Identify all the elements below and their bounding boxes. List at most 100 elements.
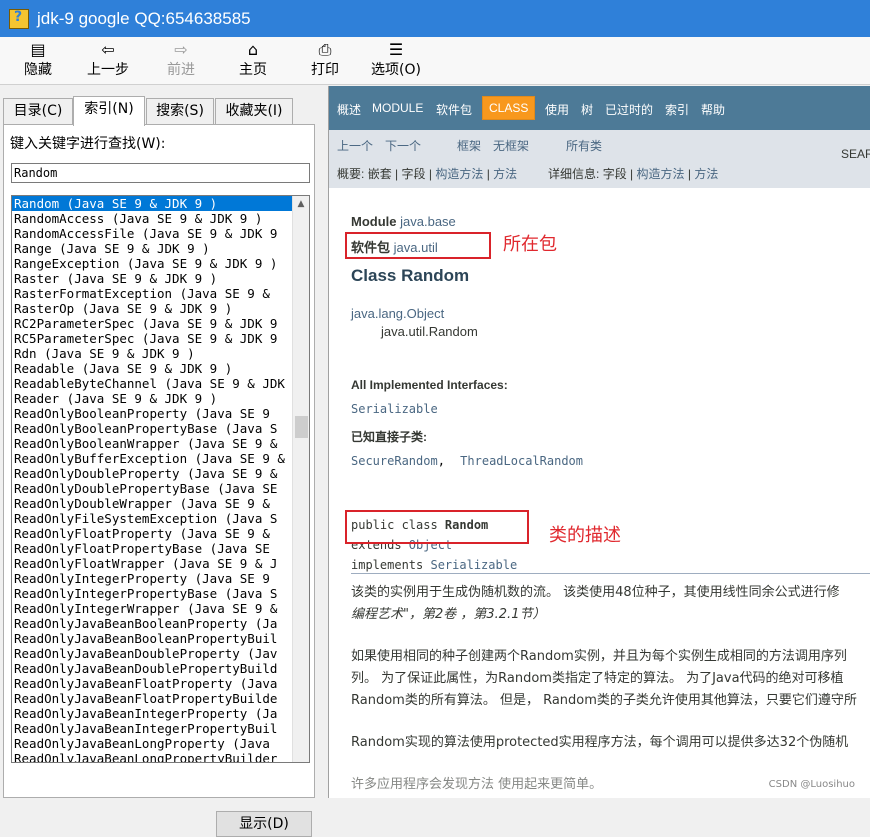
hide-button[interactable]: ▤ 隐藏 xyxy=(8,40,68,80)
sub-nav-bar: 上一个 下一个 框架 无框架 所有类 SEAR 概要: 嵌套 | 字段 | 构造… xyxy=(329,130,870,188)
index-list-item[interactable]: ReadOnlyJavaBeanIntegerProperty (Ja xyxy=(12,706,292,721)
index-list-item[interactable]: Reader (Java SE 9 & JDK 9 ) xyxy=(12,391,292,406)
hide-icon: ▤ xyxy=(30,40,46,59)
index-list-item[interactable]: RasterFormatException (Java SE 9 & xyxy=(12,286,292,301)
subclass-securerandom-link[interactable]: SecureRandom xyxy=(351,454,438,468)
subclass-threadlocalrandom-link[interactable]: ThreadLocalRandom xyxy=(460,454,583,468)
options-button[interactable]: ☰ 选项(O) xyxy=(366,40,426,80)
index-list-item[interactable]: ReadOnlyJavaBeanBooleanPropertyBuil xyxy=(12,631,292,646)
index-list-item[interactable]: RandomAccess (Java SE 9 & JDK 9 ) xyxy=(12,211,292,226)
forward-button[interactable]: ⇨ 前进 xyxy=(151,40,211,80)
nav-tree[interactable]: 树 xyxy=(581,101,593,118)
hierarchy-parent[interactable]: java.lang.Object xyxy=(351,306,444,321)
scroll-thumb[interactable] xyxy=(295,416,308,438)
index-list-item[interactable]: ReadOnlyJavaBeanLongPropertyBuilder xyxy=(12,751,292,762)
index-list-item[interactable]: ReadOnlyJavaBeanBooleanProperty (Ja xyxy=(12,616,292,631)
detail-label: 详细信息: xyxy=(548,167,600,181)
index-list-item[interactable]: RC2ParameterSpec (Java SE 9 & JDK 9 xyxy=(12,316,292,331)
index-list-item[interactable]: ReadableByteChannel (Java SE 9 & JDK xyxy=(12,376,292,391)
index-list-item[interactable]: Range (Java SE 9 & JDK 9 ) xyxy=(12,241,292,256)
summary-method-link[interactable]: 方法 xyxy=(493,167,517,181)
print-button[interactable]: ⎙ 打印 xyxy=(295,40,355,80)
tab-search[interactable]: 搜索(S) xyxy=(146,98,214,124)
index-list-item[interactable]: RandomAccessFile (Java SE 9 & JDK 9 xyxy=(12,226,292,241)
index-list-item[interactable]: ReadOnlyBufferException (Java SE 9 & xyxy=(12,451,292,466)
hide-label: 隐藏 xyxy=(24,62,52,78)
index-list-item[interactable]: ReadOnlyJavaBeanDoubleProperty (Jav xyxy=(12,646,292,661)
options-label: 选项(O) xyxy=(371,62,421,78)
index-list-item[interactable]: RC5ParameterSpec (Java SE 9 & JDK 9 xyxy=(12,331,292,346)
index-list-item[interactable]: ReadOnlyIntegerPropertyBase (Java S xyxy=(12,586,292,601)
title-bar: jdk-9 google QQ:654638585 xyxy=(0,0,870,37)
module-link[interactable]: java.base xyxy=(400,214,456,229)
index-list-item[interactable]: ReadOnlyDoubleProperty (Java SE 9 & xyxy=(12,466,292,481)
index-list-item[interactable]: ReadOnlyBooleanPropertyBase (Java S xyxy=(12,421,292,436)
help-app-icon xyxy=(9,8,29,29)
tab-index[interactable]: 索引(N) xyxy=(73,96,145,126)
decl-serializable-link[interactable]: Serializable xyxy=(430,558,517,572)
back-arrow-icon: ⇦ xyxy=(101,40,115,59)
index-list-item[interactable]: ReadOnlyJavaBeanFloatProperty (Java xyxy=(12,676,292,691)
back-label: 上一步 xyxy=(87,62,129,78)
keyword-input[interactable]: Random xyxy=(11,163,310,183)
back-button[interactable]: ⇦ 上一步 xyxy=(78,40,138,80)
index-list-item[interactable]: RasterOp (Java SE 9 & JDK 9 ) xyxy=(12,301,292,316)
detail-method-link[interactable]: 方法 xyxy=(694,167,718,181)
tab-contents[interactable]: 目录(C) xyxy=(3,98,73,124)
index-list[interactable]: Random (Java SE 9 & JDK 9 ) RandomAccess … xyxy=(11,195,310,763)
index-list-item[interactable]: ReadOnlyBooleanProperty (Java SE 9 xyxy=(12,406,292,421)
index-list-item[interactable]: ReadOnlyFloatProperty (Java SE 9 & xyxy=(12,526,292,541)
nav-class[interactable]: CLASS xyxy=(482,96,536,120)
index-list-item[interactable]: ReadOnlyJavaBeanFloatPropertyBuilde xyxy=(12,691,292,706)
home-button[interactable]: ⌂ 主页 xyxy=(223,40,283,80)
next-link[interactable]: 下一个 xyxy=(385,137,421,154)
nav-overview[interactable]: 概述 xyxy=(337,101,361,118)
window-title: jdk-9 google QQ:654638585 xyxy=(37,8,251,28)
index-list-item[interactable]: ReadOnlyFloatPropertyBase (Java SE xyxy=(12,541,292,556)
index-list-item[interactable]: Readable (Java SE 9 & JDK 9 ) xyxy=(12,361,292,376)
toolbar: ▤ 隐藏 ⇦ 上一步 ⇨ 前进 ⌂ 主页 ⎙ 打印 ☰ 选项(O) xyxy=(0,37,870,85)
allclasses-link[interactable]: 所有类 xyxy=(566,137,602,154)
print-label: 打印 xyxy=(311,62,339,78)
summary-ctor-link[interactable]: 构造方法 xyxy=(435,167,483,181)
nav-use[interactable]: 使用 xyxy=(545,101,569,118)
search-label: SEAR xyxy=(841,147,870,161)
nav-deprecated[interactable]: 已过时的 xyxy=(605,101,653,118)
scroll-up-icon[interactable]: ▲ xyxy=(293,196,309,213)
package-annotation: 所在包 xyxy=(503,234,557,255)
index-list-item[interactable]: ReadOnlyFloatWrapper (Java SE 9 & J xyxy=(12,556,292,571)
index-list-item[interactable]: ReadOnlyDoublePropertyBase (Java SE xyxy=(12,481,292,496)
index-list-item[interactable]: Random (Java SE 9 & JDK 9 ) xyxy=(12,196,292,211)
home-icon: ⌂ xyxy=(247,40,259,59)
index-list-item[interactable]: ReadOnlyJavaBeanIntegerPropertyBuil xyxy=(12,721,292,736)
impl-label: All Implemented Interfaces: xyxy=(351,378,508,392)
keyword-label: 键入关键字进行查找(W): xyxy=(10,136,166,152)
display-button[interactable]: 显示(D) xyxy=(216,811,312,837)
noframes-link[interactable]: 无框架 xyxy=(493,137,529,154)
desc-para-1-line-1: 该类的实例用于生成伪随机数的流。 该类使用48位种子，其使用线性同余公式进行修 xyxy=(351,585,840,600)
desc-para-2-line-2: 列。 为了保证此属性，为Random类指定了特定的算法。 为了Java代码的绝对… xyxy=(351,671,844,686)
impl-serializable-link[interactable]: Serializable xyxy=(351,402,438,416)
navigation-pane: 目录(C) 索引(N) 搜索(S) 收藏夹(I) 键入关键字进行查找(W): R… xyxy=(0,86,320,837)
index-list-item[interactable]: ReadOnlyIntegerProperty (Java SE 9 xyxy=(12,571,292,586)
detail-ctor-link[interactable]: 构造方法 xyxy=(637,167,685,181)
list-scrollbar[interactable]: ▲ xyxy=(292,196,309,762)
nav-module[interactable]: MODULE xyxy=(372,101,423,115)
index-list-item[interactable]: ReadOnlyBooleanWrapper (Java SE 9 & xyxy=(12,436,292,451)
nav-package[interactable]: 软件包 xyxy=(436,101,472,118)
index-list-item[interactable]: ReadOnlyIntegerWrapper (Java SE 9 & xyxy=(12,601,292,616)
index-list-item[interactable]: ReadOnlyJavaBeanDoublePropertyBuild xyxy=(12,661,292,676)
class-title: Class Random xyxy=(351,266,470,285)
index-list-item[interactable]: ReadOnlyFileSystemException (Java S xyxy=(12,511,292,526)
index-list-item[interactable]: RangeException (Java SE 9 & JDK 9 ) xyxy=(12,256,292,271)
class-annotation: 类的描述 xyxy=(549,525,621,546)
index-list-item[interactable]: ReadOnlyDoubleWrapper (Java SE 9 & xyxy=(12,496,292,511)
tab-favorites[interactable]: 收藏夹(I) xyxy=(215,98,293,124)
nav-index[interactable]: 索引 xyxy=(665,101,689,118)
nav-help[interactable]: 帮助 xyxy=(701,101,725,118)
prev-link[interactable]: 上一个 xyxy=(337,137,373,154)
index-list-item[interactable]: Rdn (Java SE 9 & JDK 9 ) xyxy=(12,346,292,361)
frames-link[interactable]: 框架 xyxy=(457,137,481,154)
index-list-item[interactable]: ReadOnlyJavaBeanLongProperty (Java xyxy=(12,736,292,751)
index-list-item[interactable]: Raster (Java SE 9 & JDK 9 ) xyxy=(12,271,292,286)
